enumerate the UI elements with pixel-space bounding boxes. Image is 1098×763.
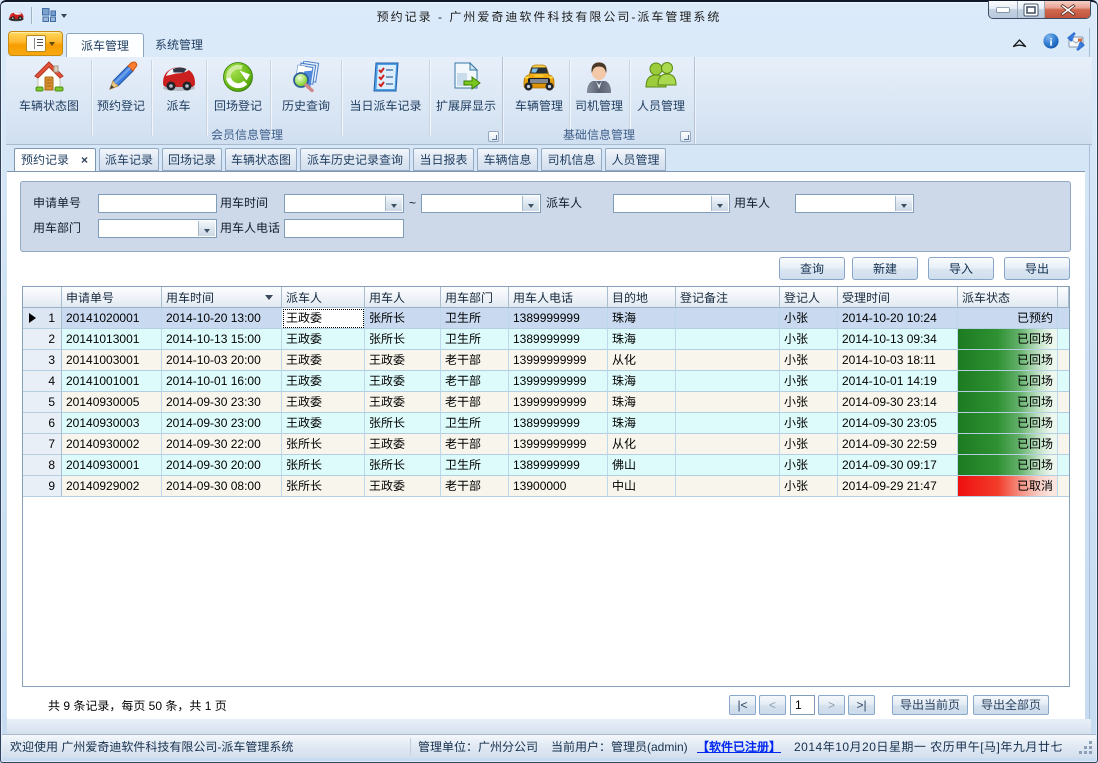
- svg-text:i: i: [1049, 37, 1052, 49]
